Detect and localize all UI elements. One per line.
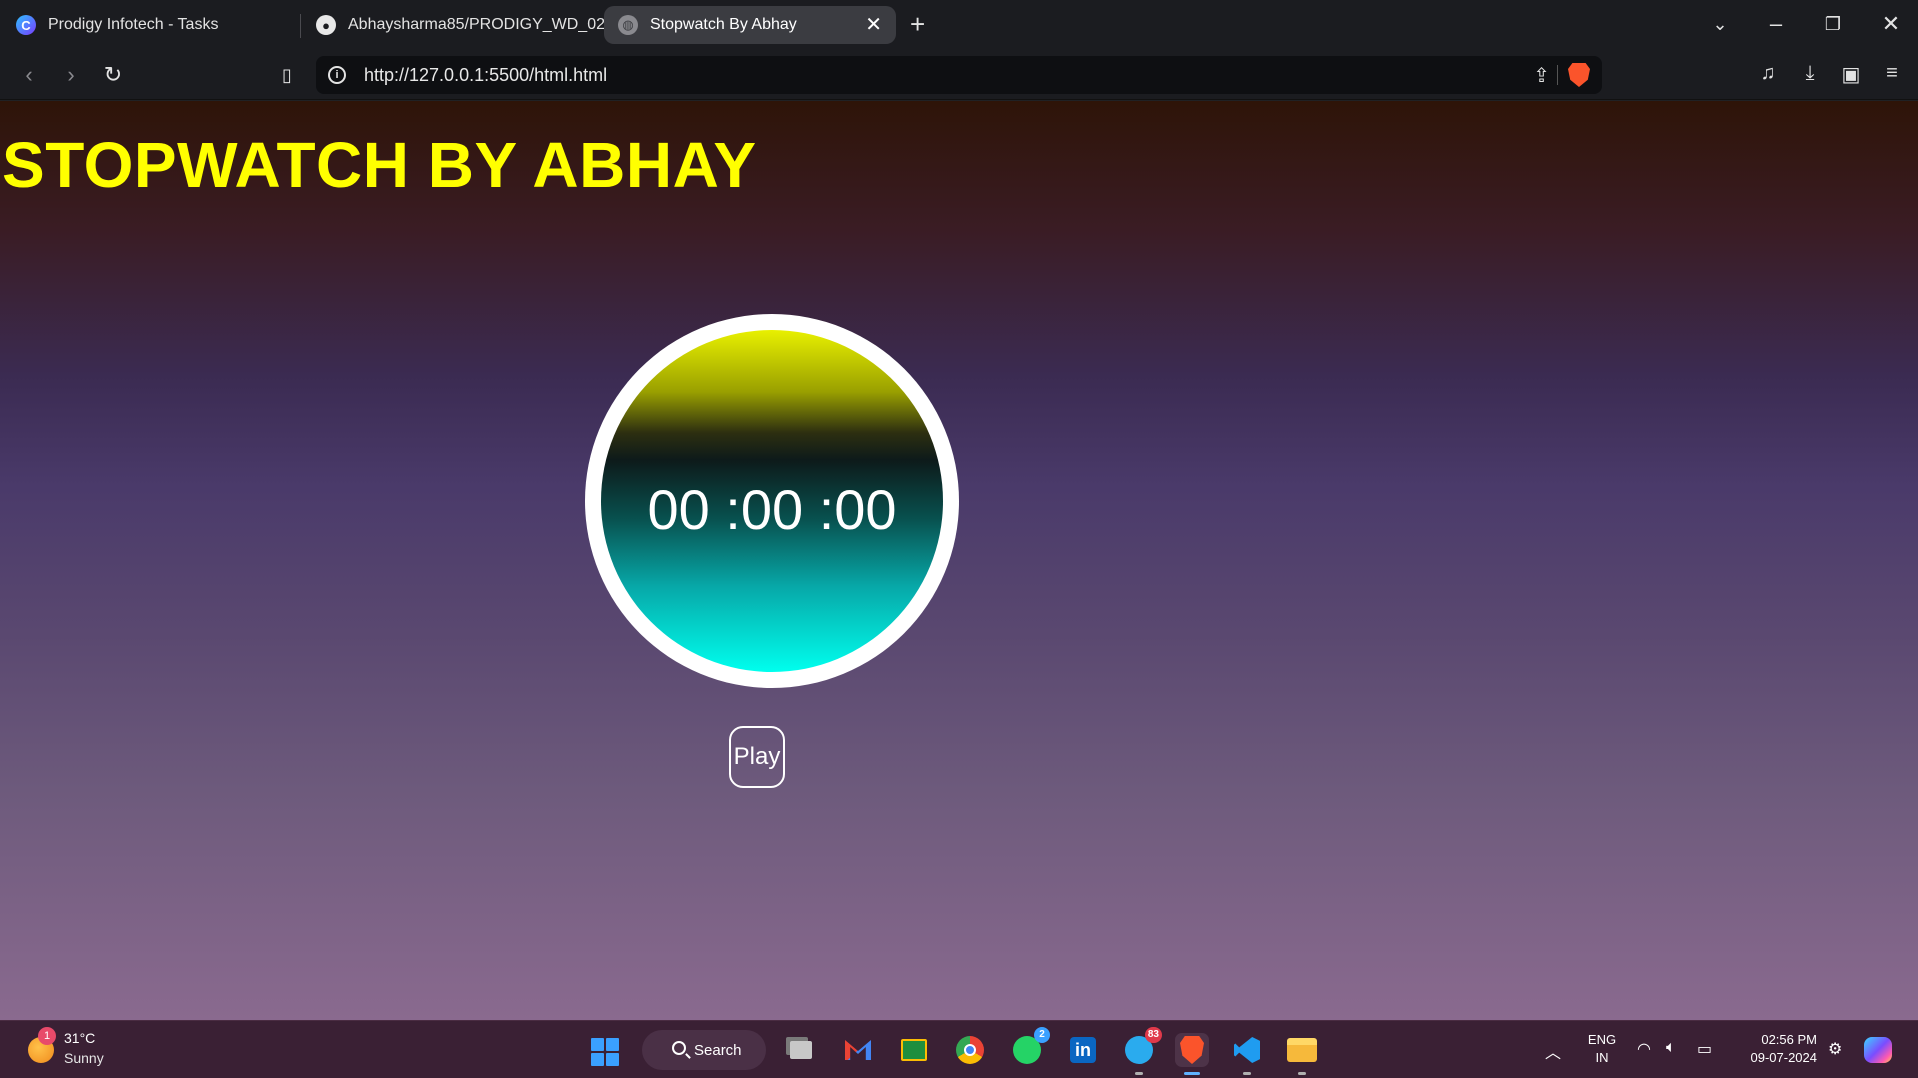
windows-start-icon[interactable] [591,1038,619,1066]
stopwatch-face: 00 :00 :00 [601,330,943,672]
back-icon[interactable]: ‹ [14,62,44,88]
wallet-icon[interactable]: ▣ [1836,62,1866,87]
tab-prodigy-infotech[interactable]: C Prodigy Infotech - Tasks [2,6,292,44]
url-text[interactable]: http://127.0.0.1:5500/html.html [364,65,607,86]
site-info-icon[interactable]: i [328,66,346,84]
search-icon [672,1041,686,1055]
github-icon: ● [316,15,336,35]
web-page: STOPWATCH BY ABHAY 00 :00 :00 Play [0,101,1918,1020]
running-indicator [1135,1072,1143,1075]
play-button[interactable]: Play [729,726,785,788]
running-indicator [1298,1072,1306,1075]
brave-browser-icon[interactable] [1175,1033,1209,1075]
bookmark-icon[interactable]: ▯ [272,62,302,88]
weather-condition[interactable]: Sunny [64,1050,104,1066]
browser-tab-strip: C Prodigy Infotech - Tasks ● Abhaysharma… [0,0,1918,50]
volume-icon[interactable]: 🔈︎ [1666,1039,1676,1057]
weather-temperature[interactable]: 31°C [64,1030,95,1046]
tab-stopwatch[interactable]: ◍ Stopwatch By Abhay ✕ [604,6,896,44]
gmail-icon[interactable] [841,1033,875,1067]
tab-divider [300,14,301,38]
minimize-icon[interactable]: – [1756,10,1796,38]
task-view-icon[interactable] [784,1033,818,1067]
weather-badge: 1 [38,1027,56,1045]
google-classroom-icon[interactable] [897,1033,931,1067]
vscode-icon[interactable] [1230,1033,1264,1075]
media-icon[interactable]: ♫ [1753,62,1783,85]
clock-time: 02:56 PM [1761,1032,1817,1047]
tab-search-chevron-icon[interactable]: ⌄ [1700,10,1740,38]
taskbar-search[interactable]: Search [642,1030,766,1070]
language-code: ENG [1587,1032,1617,1047]
browser-toolbar: ‹ › ↻ ▯ i http://127.0.0.1:5500/html.htm… [0,50,1918,100]
prodigy-icon: C [16,15,36,35]
battery-icon[interactable]: ▭ [1697,1039,1712,1059]
globe-icon: ◍ [618,15,638,35]
wifi-icon[interactable]: ◠ [1637,1039,1651,1059]
share-icon[interactable]: ⇪ [1533,63,1550,88]
search-label: Search [694,1041,742,1059]
whatsapp-badge: 2 [1034,1027,1050,1043]
close-tab-icon[interactable]: ✕ [865,15,882,35]
stopwatch-ring: 00 :00 :00 [585,314,959,688]
brave-shields-icon[interactable] [1568,63,1590,87]
reload-icon[interactable]: ↻ [98,62,128,88]
tab-title: Stopwatch By Abhay [650,16,797,33]
telegram-badge: 83 [1144,1027,1162,1043]
omnibox-divider [1557,65,1558,85]
windows-taskbar: 1 31°C Sunny Search 2 in 83 ︿ ENG IN ◠ 🔈… [0,1020,1918,1078]
region-code: IN [1595,1050,1609,1065]
timer-display: 00 :00 :00 [647,478,897,541]
download-icon[interactable]: ⤓ [1795,62,1825,85]
close-window-icon[interactable]: ✕ [1871,10,1911,38]
show-hidden-icons-icon[interactable]: ︿ [1545,1039,1561,1063]
whatsapp-icon[interactable]: 2 [1010,1027,1050,1067]
address-bar[interactable]: i http://127.0.0.1:5500/html.html ⇪ [316,56,1602,94]
copilot-icon[interactable] [1864,1037,1892,1063]
running-indicator [1243,1072,1251,1075]
tab-title: Abhaysharma85/PRODIGY_WD_02 [348,16,605,33]
taskbar-clock[interactable]: 02:56 PM 09-07-2024 [1735,1031,1818,1067]
chrome-icon[interactable] [953,1033,987,1067]
menu-icon[interactable]: ≡ [1877,62,1907,85]
page-title: STOPWATCH BY ABHAY [2,129,757,201]
telegram-icon[interactable]: 83 [1122,1027,1162,1075]
restore-icon[interactable]: ❐ [1813,10,1853,38]
linkedin-icon[interactable]: in [1066,1033,1100,1067]
tab-github[interactable]: ● Abhaysharma85/PRODIGY_WD_02 [302,6,605,44]
forward-icon[interactable]: › [56,62,86,88]
active-indicator [1184,1072,1200,1075]
language-indicator[interactable]: ENG IN [1586,1031,1618,1067]
file-explorer-icon[interactable] [1285,1033,1319,1075]
notifications-icon[interactable]: ⚙︎ [1828,1039,1842,1059]
clock-date: 09-07-2024 [1750,1050,1818,1065]
tab-title: Prodigy Infotech - Tasks [48,16,219,33]
new-tab-button[interactable]: + [910,10,925,38]
